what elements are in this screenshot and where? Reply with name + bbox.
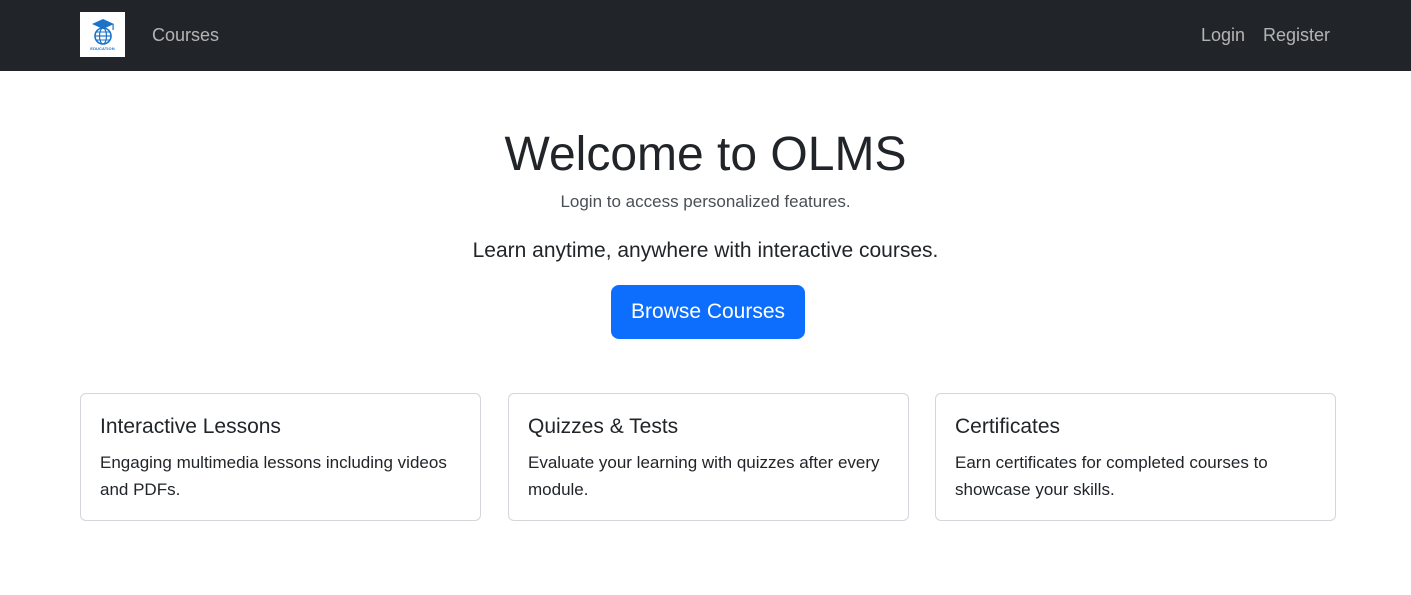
- feature-card-text: Earn certificates for completed courses …: [955, 453, 1268, 499]
- feature-card-quizzes-tests: Quizzes & Tests Evaluate your learning w…: [508, 393, 909, 521]
- browse-courses-button[interactable]: Browse Courses: [611, 285, 805, 339]
- logo-text: EDUCATION: [90, 46, 115, 51]
- feature-card-text: Evaluate your learning with quizzes afte…: [528, 453, 880, 499]
- nav-link-login[interactable]: Login: [1201, 22, 1245, 48]
- top-navbar: EDUCATION Courses Login Register: [0, 0, 1411, 71]
- feature-card-title: Interactive Lessons: [100, 415, 281, 438]
- feature-card-certificates: Certificates Earn certificates for compl…: [935, 393, 1336, 521]
- hero-login-note: Login to access personalized features.: [560, 192, 851, 211]
- brand-logo[interactable]: EDUCATION: [80, 12, 125, 57]
- hero-title: Welcome to OLMS: [504, 128, 907, 181]
- feature-card-text: Engaging multimedia lessons including vi…: [100, 453, 447, 499]
- nav-link-register[interactable]: Register: [1263, 22, 1330, 48]
- feature-card-title: Quizzes & Tests: [528, 415, 679, 438]
- globe-graduation-cap-icon: [91, 19, 114, 45]
- feature-card-title: Certificates: [955, 415, 1061, 438]
- hero-lead-text: Learn anytime, anywhere with interactive…: [472, 239, 939, 262]
- nav-link-courses[interactable]: Courses: [152, 22, 219, 48]
- feature-card-interactive-lessons: Interactive Lessons Engaging multimedia …: [80, 393, 481, 521]
